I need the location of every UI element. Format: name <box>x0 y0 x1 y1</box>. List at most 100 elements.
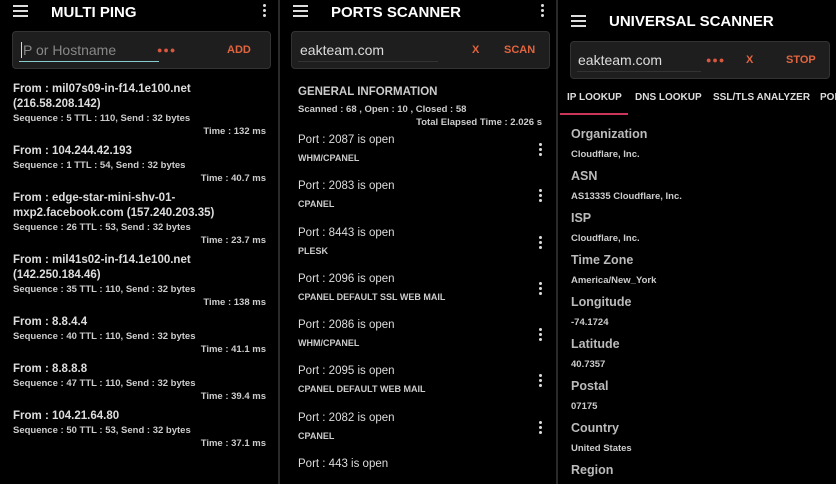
port-options-icon[interactable] <box>539 328 542 343</box>
info-value: America/New_York <box>571 275 657 286</box>
ping-from: From : 104.21.64.80 <box>13 410 120 422</box>
list-item: From : edge-star-mini-shv-01-mxp2.facebo… <box>13 191 266 248</box>
info-value: -74.1724 <box>571 317 609 328</box>
menu-icon[interactable] <box>13 5 28 17</box>
ping-time: Time : 40.7 ms <box>200 173 266 184</box>
tab-ip-lookup[interactable]: IP LOOKUP <box>567 92 622 103</box>
list-item: From : mil07s09-in-f14.1e100.net (216.58… <box>13 82 266 139</box>
ping-time: Time : 132 ms <box>203 126 266 137</box>
page-title: UNIVERSAL SCANNER <box>609 13 774 30</box>
list-item: Port : 2096 is open CPANEL DEFAULT SSL WE… <box>298 272 542 318</box>
tab-ports[interactable]: POI <box>820 92 836 103</box>
host-input-box: eakteam.com X SCAN <box>291 31 550 69</box>
tab-ssl-tls-analyzer[interactable]: SSL/TLS ANALYZER <box>713 92 810 103</box>
clear-button[interactable]: X <box>472 44 479 56</box>
ping-sequence: Sequence : 47 TTL : 110, Send : 32 bytes <box>13 378 196 389</box>
scan-stats: Scanned : 68 , Open : 10 , Closed : 58 <box>298 104 467 115</box>
list-item: From : 8.8.4.4 Sequence : 40 TTL : 110, S… <box>13 315 266 357</box>
ping-sequence: Sequence : 26 TTL : 53, Send : 32 bytes <box>13 222 191 233</box>
host-input[interactable]: eakteam.com <box>300 42 384 58</box>
list-item: From : mil41s02-in-f14.1e100.net (142.25… <box>13 253 266 310</box>
info-label: ASN <box>571 169 598 183</box>
ping-sequence: Sequence : 5 TTL : 110, Send : 32 bytes <box>13 113 191 124</box>
list-item: Port : 2083 is open CPANEL <box>298 179 542 225</box>
more-options-icon[interactable] <box>263 4 266 19</box>
ping-from: From : edge-star-mini-shv-01-mxp2.facebo… <box>13 192 215 219</box>
info-value: AS13335 Cloudflare, Inc. <box>571 191 682 202</box>
info-label: Region <box>571 463 614 477</box>
ping-sequence: Sequence : 1 TTL : 54, Send : 32 bytes <box>13 160 186 171</box>
scan-button[interactable]: SCAN <box>504 44 535 56</box>
tab-bar: IP LOOKUP DNS LOOKUP SSL/TLS ANALYZER PO… <box>558 90 836 116</box>
port-options-icon[interactable] <box>539 374 542 389</box>
menu-icon[interactable] <box>293 5 308 17</box>
ping-time: Time : 138 ms <box>203 297 266 308</box>
info-value: Cloudflare, Inc. <box>571 149 640 160</box>
ping-time: Time : 37.1 ms <box>200 438 266 449</box>
menu-icon[interactable] <box>571 15 586 27</box>
tab-dns-lookup[interactable]: DNS LOOKUP <box>635 92 702 103</box>
list-item: Port : 2095 is open CPANEL DEFAULT WEB MA… <box>298 364 542 410</box>
ping-sequence: Sequence : 40 TTL : 110, Send : 32 bytes <box>13 331 196 342</box>
list-item: Port : 2082 is open CPANEL <box>298 411 542 457</box>
port-status: Port : 443 is open <box>298 458 389 471</box>
page-title: MULTI PING <box>51 4 137 21</box>
ping-from: From : 104.244.42.193 <box>13 145 132 157</box>
port-service: WHM/CPANEL <box>298 153 360 163</box>
input-underline <box>298 61 438 62</box>
list-item: From : 104.244.42.193 Sequence : 1 TTL : … <box>13 144 266 186</box>
host-input[interactable]: P or Hostname <box>21 42 116 58</box>
port-service: CPANEL <box>298 199 335 210</box>
list-item: Port : 8443 is open PLESK <box>298 226 542 272</box>
universal-scanner-panel: UNIVERSAL SCANNER eakteam.com ●●● X STOP… <box>558 0 836 484</box>
port-service: CPANEL <box>298 430 335 441</box>
stop-button[interactable]: STOP <box>786 54 816 66</box>
loading-dots-icon: ●●● <box>157 45 177 55</box>
host-input-box: P or Hostname ●●● ADD <box>12 31 271 69</box>
list-item: Port : 2087 is open WHM/CPANEL <box>298 133 542 179</box>
port-status: Port : 2082 is open <box>298 411 395 424</box>
ports-scanner-panel: PORTS SCANNER eakteam.com X SCAN GENERAL… <box>280 0 556 484</box>
section-title: GENERAL INFORMATION <box>298 86 438 98</box>
list-item: Port : 443 is open <box>298 457 542 484</box>
input-underline <box>577 71 701 72</box>
host-input[interactable]: eakteam.com <box>578 52 662 68</box>
more-options-icon[interactable] <box>541 4 544 19</box>
active-tab-indicator <box>560 113 628 115</box>
ping-from: From : 8.8.4.4 <box>13 316 88 328</box>
info-label: Time Zone <box>571 253 634 267</box>
port-service: WHM/CPANEL <box>298 338 360 349</box>
info-label: Latitude <box>571 337 620 351</box>
clear-button[interactable]: X <box>746 54 753 66</box>
info-label: ISP <box>571 211 592 225</box>
page-title: PORTS SCANNER <box>331 4 462 21</box>
elapsed-time: Total Elapsed Time : 2.026 s <box>416 117 542 128</box>
ping-time: Time : 23.7 ms <box>200 235 266 246</box>
ping-from: From : 8.8.8.8 <box>13 363 88 375</box>
port-status: Port : 8443 is open <box>298 226 395 239</box>
port-status: Port : 2083 is open <box>298 180 395 193</box>
ping-sequence: Sequence : 50 TTL : 53, Send : 32 bytes <box>13 425 191 436</box>
port-options-icon[interactable] <box>539 420 542 436</box>
host-input-box: eakteam.com ●●● X STOP <box>570 41 830 79</box>
port-status: Port : 2086 is open <box>298 319 395 332</box>
scan-results: GENERAL INFORMATION Scanned : 68 , Open … <box>298 86 542 484</box>
port-status: Port : 2087 is open <box>298 134 395 146</box>
port-service: CPANEL DEFAULT SSL WEB MAIL <box>298 291 446 302</box>
info-label: Country <box>571 421 619 435</box>
multi-ping-panel: MULTI PING P or Hostname ●●● ADD From : … <box>0 0 278 484</box>
ping-from: From : mil07s09-in-f14.1e100.net (216.58… <box>13 83 191 110</box>
info-label: Longitude <box>571 295 632 309</box>
port-options-icon[interactable] <box>539 189 542 204</box>
port-options-icon[interactable] <box>539 143 542 158</box>
port-options-icon[interactable] <box>539 235 542 251</box>
info-value: 40.7357 <box>571 359 606 370</box>
port-options-icon[interactable] <box>539 281 542 297</box>
info-label: Postal <box>571 379 609 393</box>
add-button[interactable]: ADD <box>227 44 251 56</box>
list-item: Port : 2086 is open WHM/CPANEL <box>298 318 542 364</box>
info-value: 07175 <box>571 401 598 412</box>
app-bar: PORTS SCANNER <box>280 0 556 24</box>
app-bar: MULTI PING <box>0 0 278 24</box>
list-item: From : 104.21.64.80 Sequence : 50 TTL : 5… <box>13 409 266 451</box>
